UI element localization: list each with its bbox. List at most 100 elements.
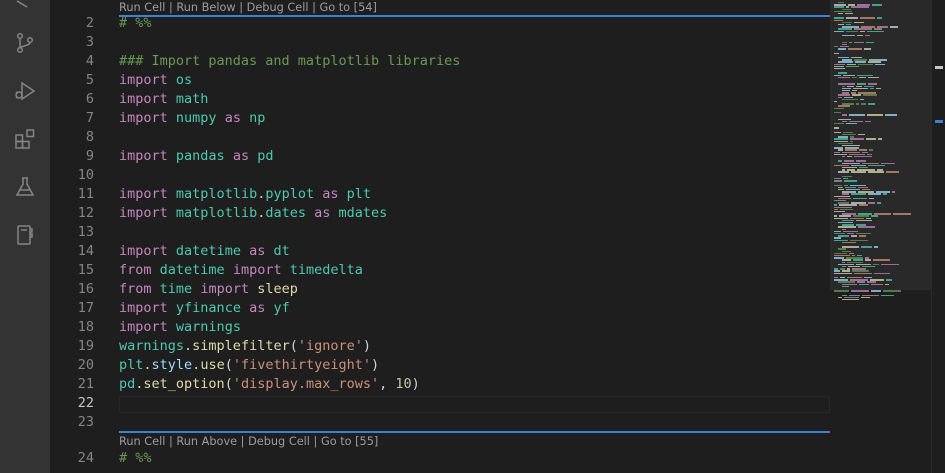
minimap-line	[857, 4, 870, 6]
code-token: matplotlib	[175, 186, 258, 202]
code-token: math	[175, 91, 209, 107]
codelens-separator: |	[165, 1, 177, 14]
vertical-scrollbar[interactable]	[931, 0, 945, 473]
code-line[interactable]: 2 # %%	[50, 14, 830, 33]
code-token: 'display.max_rows'	[232, 376, 380, 392]
minimap-line	[853, 87, 868, 90]
minimap-line	[861, 103, 866, 105]
goto-link[interactable]: Go to [55]	[321, 435, 378, 448]
minimap-line	[838, 171, 849, 173]
minimap-line	[861, 246, 872, 248]
debug-cell-link[interactable]: Debug Cell	[247, 1, 309, 14]
code-line[interactable]: 9 import pandas as pd	[50, 147, 830, 166]
code-line[interactable]: 4 ### Import pandas and matplotlib librar…	[50, 52, 830, 71]
minimap-line	[866, 41, 874, 43]
minimap-line	[859, 204, 868, 206]
minimap[interactable]	[830, 0, 931, 473]
code-line[interactable]: 3	[50, 33, 830, 52]
minimap-line	[847, 85, 854, 87]
minimap-line	[881, 294, 894, 296]
code-line[interactable]: 11 import matplotlib.pyplot as plt	[50, 185, 830, 204]
source-control-icon[interactable]	[12, 30, 38, 56]
minimap-line	[834, 68, 845, 70]
minimap-line	[842, 283, 857, 285]
run-debug-icon[interactable]	[12, 78, 38, 104]
code-line[interactable]: 16 from time import sleep	[50, 280, 830, 299]
minimap-line	[834, 206, 852, 208]
minimap-line	[870, 87, 874, 90]
minimap-line	[842, 299, 859, 301]
code-editor[interactable]: Run Cell | Run Below | Debug Cell | Go t…	[50, 0, 830, 473]
minimap-line	[834, 195, 850, 197]
minimap-line	[847, 261, 863, 263]
minimap-line	[834, 138, 848, 140]
code-line[interactable]: 23	[50, 413, 830, 432]
code-line[interactable]: 17 import yfinance as yf	[50, 299, 830, 318]
code-line[interactable]: 5 import os	[50, 71, 830, 90]
minimap-line	[874, 213, 891, 215]
code-line[interactable]: 24 # %%	[50, 449, 830, 468]
line-number: 15	[77, 262, 94, 278]
code-line[interactable]: 14 import datetime as dt	[50, 242, 830, 261]
minimap-line	[851, 6, 869, 8]
minimap-line	[834, 46, 838, 48]
minimap-line	[834, 290, 849, 292]
run-below-link[interactable]: Run Below	[176, 1, 235, 14]
minimap-line	[842, 59, 852, 61]
minimap-line	[842, 162, 860, 164]
minimap-line	[840, 277, 845, 279]
current-line-highlight	[119, 396, 830, 413]
minimap-line	[868, 193, 881, 195]
explorer-icon[interactable]	[12, 0, 38, 18]
code-line[interactable]: 6 import math	[50, 90, 830, 109]
minimap-line	[834, 52, 839, 54]
debug-cell-link[interactable]: Debug Cell	[248, 435, 310, 448]
run-above-link[interactable]: Run Above	[176, 435, 237, 448]
code-line[interactable]: 19 warnings.simplefilter('ignore')	[50, 337, 830, 356]
code-token: import	[119, 319, 168, 335]
code-line[interactable]: 20 plt.style.use('fivethirtyeight')	[50, 356, 830, 375]
codelens-top: Run Cell | Run Below | Debug Cell | Go t…	[119, 0, 377, 15]
code-token: pandas	[175, 148, 225, 164]
line-number: 11	[77, 186, 94, 202]
line-number: 13	[77, 224, 94, 240]
run-cell-link[interactable]: Run Cell	[119, 435, 165, 448]
minimap-line	[834, 208, 838, 211]
notebook-icon[interactable]	[12, 222, 38, 248]
minimap-line	[848, 4, 855, 6]
minimap-line	[842, 241, 856, 244]
minimap-line	[858, 191, 874, 193]
code-line[interactable]: 15 from datetime import timedelta	[50, 261, 830, 280]
minimap-line	[838, 118, 851, 120]
code-line[interactable]: 13	[50, 223, 830, 242]
code-line[interactable]: 18 import warnings	[50, 318, 830, 337]
minimap-line	[858, 92, 876, 94]
minimap-line	[857, 169, 875, 171]
line-number: 12	[77, 205, 94, 221]
code-line[interactable]: 8	[50, 128, 830, 147]
code-line[interactable]: 10	[50, 166, 830, 185]
minimap-line	[834, 17, 844, 19]
code-token: (	[289, 338, 298, 354]
minimap-line	[834, 63, 845, 65]
goto-link[interactable]: Go to [54]	[319, 1, 376, 14]
minimap-line	[842, 43, 847, 46]
testing-icon[interactable]	[12, 174, 38, 200]
minimap-line	[852, 268, 866, 270]
codelens-separator: |	[237, 435, 249, 448]
minimap-line	[868, 164, 885, 167]
code-line[interactable]: 12 import matplotlib.dates as mdates	[50, 204, 830, 223]
code-token: matplotlib	[175, 205, 258, 221]
minimap-line	[846, 6, 849, 8]
minimap-line	[850, 184, 866, 186]
minimap-line	[842, 219, 854, 222]
line-number: 10	[77, 167, 94, 183]
extensions-icon[interactable]	[12, 126, 38, 152]
code-line[interactable]: 21 pd.set_option('display.max_rows', 10)	[50, 375, 830, 394]
run-cell-link[interactable]: Run Cell	[119, 1, 165, 14]
code-line[interactable]: 7 import numpy as np	[50, 109, 830, 128]
